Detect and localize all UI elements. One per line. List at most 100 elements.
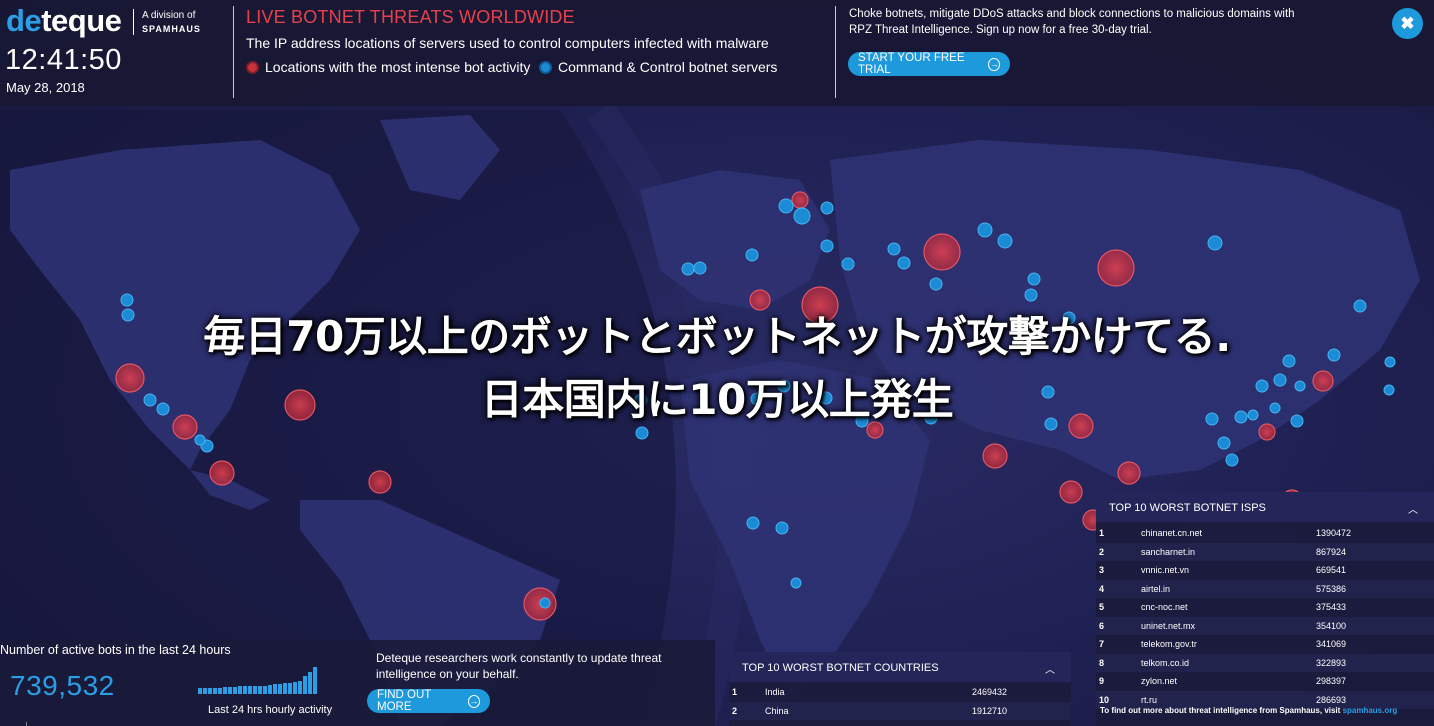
cc-server-marker [793, 207, 811, 225]
row-value: 867924 [1316, 546, 1347, 557]
bot-activity-marker [982, 443, 1008, 469]
row-rank: 2 [732, 705, 738, 716]
cc-server-marker [539, 597, 551, 609]
arrow-right-circle-icon: → [988, 57, 1000, 71]
active-bots-title: Number of active bots in the last 24 hou… [0, 643, 231, 657]
cc-server-marker [194, 434, 206, 446]
hourly-bar [258, 686, 262, 694]
table-row: 1 chinanet.cn.net 1390472 [1096, 524, 1434, 543]
table-row: 3 vnnic.net.vn 669541 [1096, 561, 1434, 580]
panel-tick [26, 722, 27, 726]
blue-dot-icon [539, 60, 552, 74]
row-rank: 1 [732, 687, 738, 697]
worst-countries-panel: TOP 10 WORST BOTNET COUNTRIES ︿ 1 India 24… [729, 652, 1071, 726]
page-title: LIVE BOTNET THREATS WORLDWIDE [246, 7, 575, 27]
cc-server-marker [681, 262, 695, 276]
worst-countries-header[interactable]: TOP 10 WORST BOTNET COUNTRIES ︿ [729, 652, 1071, 682]
hourly-bar [268, 685, 272, 694]
row-value: 341069 [1316, 639, 1347, 649]
spamhaus-link[interactable]: spamhaus.org [1343, 706, 1398, 715]
row-value: 298397 [1316, 676, 1347, 686]
cc-server-marker [790, 577, 802, 589]
hourly-bar [263, 686, 267, 694]
worst-isps-header[interactable]: TOP 10 WORST BOTNET ISPS ︿ [1096, 492, 1434, 522]
isp-footer: To find out more about threat intelligen… [1100, 706, 1397, 715]
chevron-up-icon[interactable]: ︿ [1408, 501, 1418, 516]
row-rank: 6 [1099, 620, 1105, 631]
hourly-bar [308, 672, 312, 694]
cc-server-marker [775, 521, 789, 535]
row-name: India [765, 687, 785, 697]
chevron-up-icon[interactable]: ︿ [1045, 661, 1055, 676]
hourly-bar [288, 683, 292, 694]
table-row: 4 airtel.in 575386 [1096, 579, 1434, 598]
cc-server-marker [1207, 235, 1223, 251]
close-button[interactable]: ✖ [1392, 8, 1423, 39]
hourly-bar [313, 667, 317, 694]
close-icon: ✖ [1400, 14, 1415, 33]
hourly-bar [278, 684, 282, 694]
cc-server-marker [1027, 272, 1041, 286]
row-value: 1390472 [1316, 528, 1352, 538]
row-name: chinanet.cn.net [1141, 528, 1203, 538]
row-name: China [765, 705, 789, 716]
bot-activity-marker [209, 460, 235, 486]
row-value: 354100 [1316, 620, 1347, 631]
hourly-activity-chart [198, 666, 338, 694]
worst-countries-title: TOP 10 WORST BOTNET COUNTRIES [742, 662, 939, 674]
arrow-right-circle-icon: → [467, 694, 480, 708]
cc-server-marker [820, 201, 834, 215]
row-name: uninet.net.mx [1141, 620, 1196, 631]
table-row: 2 China 1912710 [729, 701, 1071, 720]
cc-server-marker [1024, 288, 1038, 302]
row-rank: 8 [1099, 657, 1105, 668]
legend-cc-servers: Command & Control botnet servers [539, 59, 777, 75]
hourly-bar [303, 676, 307, 694]
bot-activity-marker [1097, 249, 1135, 287]
page-subtitle: The IP address locations of servers used… [246, 35, 769, 51]
row-rank: 2 [1099, 546, 1105, 557]
hourly-bar [283, 683, 287, 694]
cc-server-marker [1217, 436, 1231, 450]
legend-red-label: Locations with the most intense bot acti… [265, 59, 531, 75]
start-free-trial-label: START YOUR FREE TRIAL [858, 52, 965, 76]
worst-isps-panel: TOP 10 WORST BOTNET ISPS ︿ 1 chinanet.cn.… [1096, 492, 1434, 726]
hourly-bar [233, 687, 237, 694]
bot-activity-marker [1059, 480, 1083, 504]
deteque-logo[interactable]: deteque [6, 3, 122, 39]
row-value: 575386 [1316, 583, 1347, 594]
table-row: 2 sancharnet.in 867924 [1096, 542, 1434, 561]
hourly-bar [238, 686, 242, 694]
active-bots-count: 739,532 [10, 670, 115, 701]
hourly-bar [293, 682, 297, 694]
bot-activity-marker [368, 470, 392, 494]
row-name: vnnic.net.vn [1141, 565, 1190, 575]
hourly-bar [228, 687, 232, 694]
find-out-more-button[interactable]: FIND OUT MORE → [367, 689, 490, 713]
cc-server-marker [820, 239, 834, 253]
header-divider [835, 6, 836, 98]
spamhaus-logo[interactable]: SPAMHAUS [142, 24, 201, 34]
find-out-more-label: FIND OUT MORE [377, 689, 432, 713]
logo-divider [133, 9, 134, 35]
cc-server-marker [887, 242, 901, 256]
row-value: 286693 [1316, 694, 1347, 705]
hourly-bar [203, 688, 207, 694]
row-rank: 3 [1099, 565, 1105, 575]
table-row: 6 uninet.net.mx 354100 [1096, 616, 1434, 635]
cc-server-marker [841, 257, 855, 271]
row-rank: 9 [1099, 676, 1105, 686]
hourly-bar [253, 686, 257, 694]
worst-isps-title: TOP 10 WORST BOTNET ISPS [1109, 502, 1266, 514]
start-free-trial-button[interactable]: START YOUR FREE TRIAL → [848, 52, 1010, 76]
cc-server-marker [745, 248, 759, 262]
red-dot-icon [246, 60, 259, 74]
hourly-bar [223, 687, 227, 694]
bot-activity-marker [923, 233, 961, 271]
hourly-bar [273, 684, 277, 694]
promo-text: Choke botnets, mitigate DDoS attacks and… [849, 8, 1295, 36]
header-bar: deteque A division of SPAMHAUS 12:41:50 … [0, 0, 1434, 106]
row-rank: 5 [1099, 602, 1105, 612]
row-rank: 1 [1099, 528, 1105, 538]
row-rank: 10 [1099, 694, 1110, 705]
